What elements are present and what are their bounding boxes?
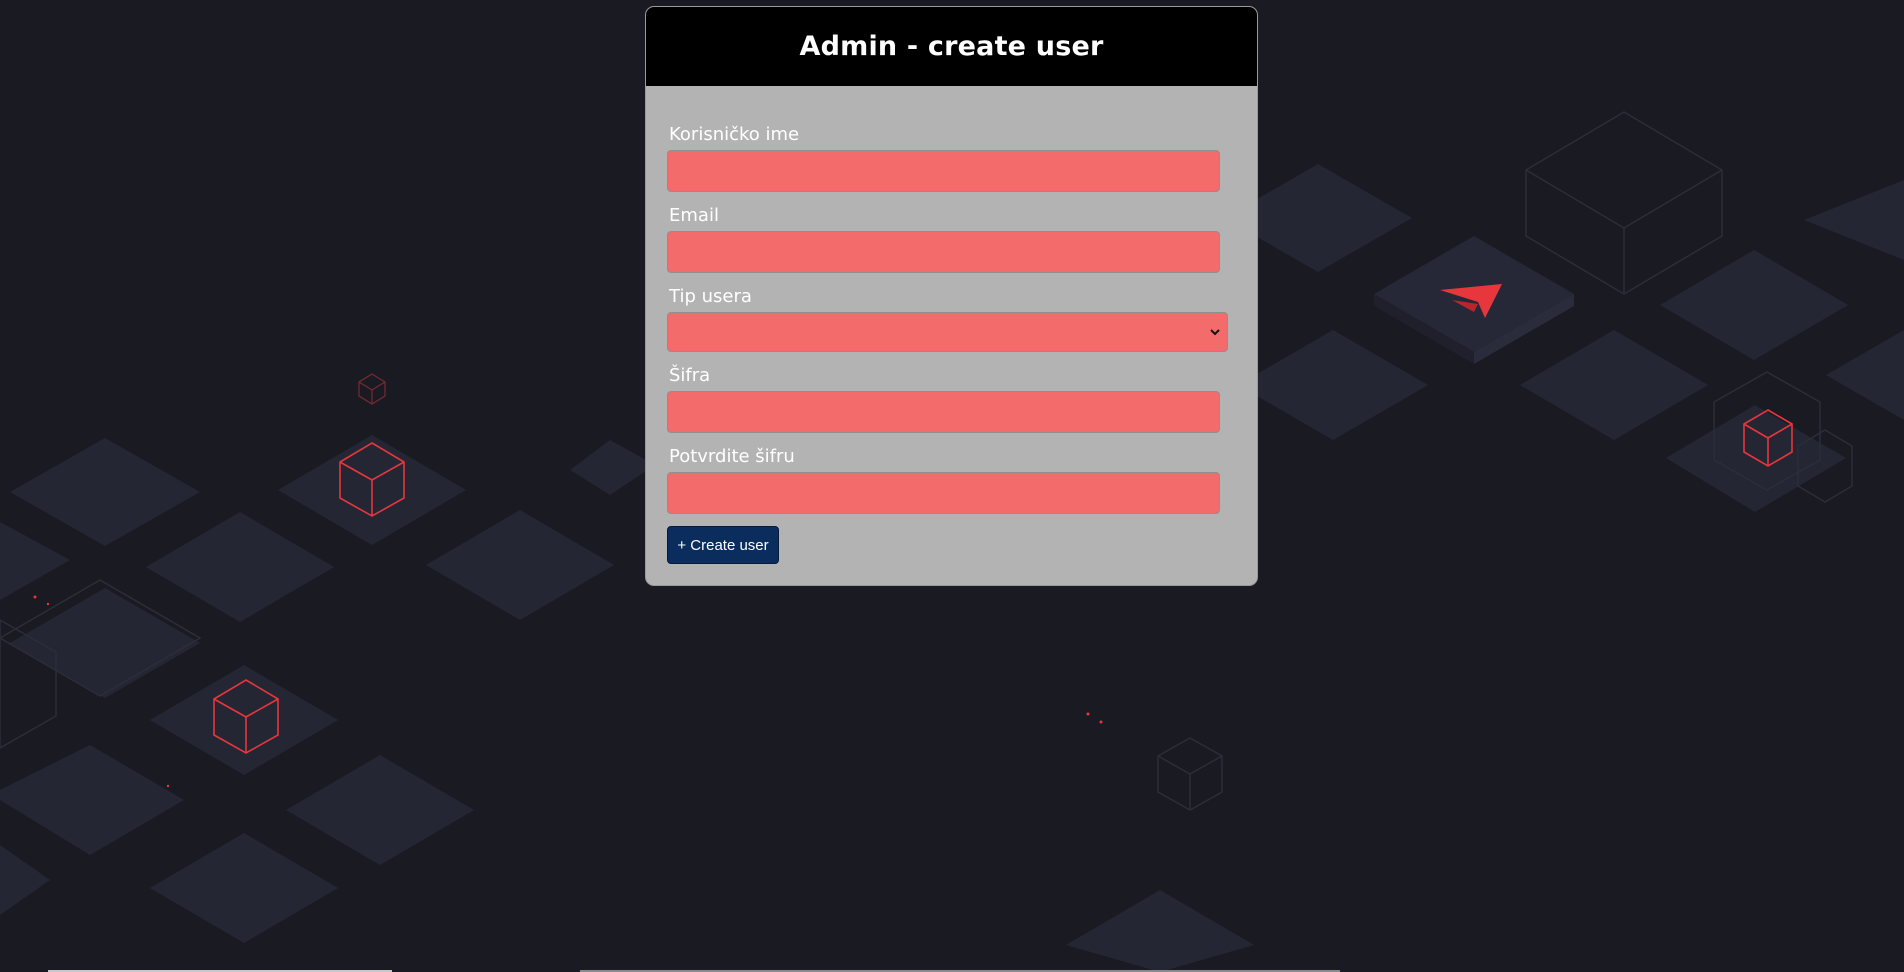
page-title: Admin - create user <box>799 31 1104 62</box>
create-user-panel: Admin - create user Korisničko ime Email… <box>645 6 1258 586</box>
username-input[interactable] <box>667 150 1220 192</box>
create-user-button[interactable]: + Create user <box>667 526 779 564</box>
username-label: Korisničko ime <box>669 124 800 145</box>
confirm-password-input[interactable] <box>667 472 1220 514</box>
confirm-password-label: Potvrdite šifru <box>669 446 795 467</box>
email-input[interactable] <box>667 231 1220 273</box>
password-label: Šifra <box>669 365 711 386</box>
panel-header: Admin - create user <box>646 7 1257 86</box>
user-type-select[interactable] <box>667 312 1228 352</box>
email-label: Email <box>669 205 719 226</box>
chevron-down-icon <box>1210 329 1220 336</box>
user-type-label: Tip usera <box>669 286 752 307</box>
password-input[interactable] <box>667 391 1220 433</box>
